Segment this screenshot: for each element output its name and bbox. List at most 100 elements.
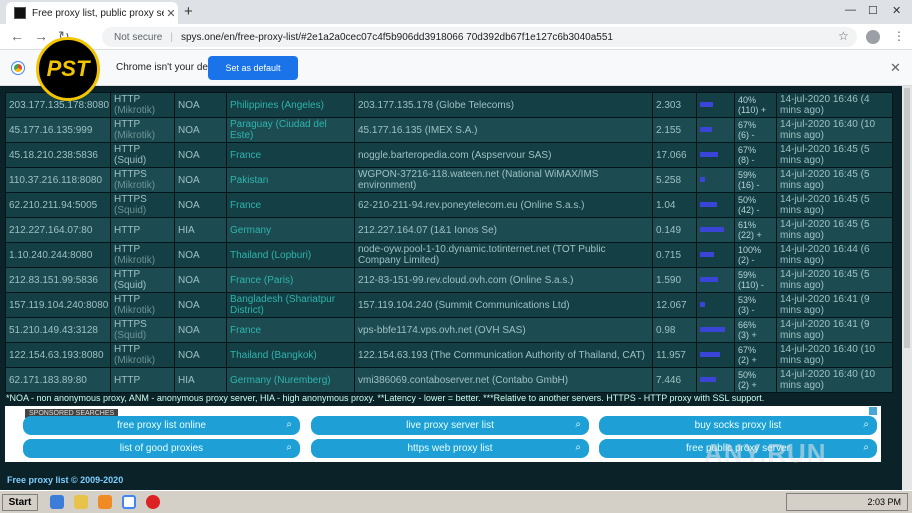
anonymity: NOA (174, 167, 227, 193)
hostname[interactable]: noggle.barteropedia.com (Aspservour SAS) (354, 142, 653, 168)
set-default-button[interactable]: Set as default (208, 56, 298, 80)
close-window-icon[interactable]: ✕ (892, 4, 901, 17)
proxy-type: HTTP (Mikrotik) (110, 117, 175, 143)
hostname[interactable]: 212.227.164.07 (1&1 Ionos Se) (354, 217, 653, 243)
site-favicon-icon (14, 7, 26, 19)
country[interactable]: Thailand (Bangkok) (226, 342, 355, 368)
new-tab-icon[interactable]: + (184, 3, 193, 20)
hostname[interactable]: vps-bbfe1174.vps.ovh.net (OVH SAS) (354, 317, 653, 343)
country[interactable]: Germany (226, 217, 355, 243)
check-date: 14-jul-2020 16:45 (5 mins ago) (776, 267, 893, 293)
url-text: spys.one/en/free-proxy-list/#2e1a2a0cec0… (180, 31, 613, 43)
hostname[interactable]: node-oyw.pool-1-10.dynamic.totinternet.n… (354, 242, 653, 268)
account-avatar-icon[interactable] (866, 30, 880, 44)
footer-copyright[interactable]: Free proxy list © 2009-2020 (7, 475, 123, 485)
check-date: 14-jul-2020 16:41 (9 mins ago) (776, 317, 893, 343)
sponsored-link[interactable]: free proxy list online ⌕ (23, 416, 300, 435)
clock: 2:03 PM (867, 497, 901, 507)
speed-bar (696, 142, 735, 168)
hostname[interactable]: 122.154.63.193 (The Communication Author… (354, 342, 653, 368)
close-tab-icon[interactable]: ✕ (164, 7, 178, 20)
ie-icon[interactable] (50, 495, 64, 509)
proxy-type: HTTP (110, 367, 175, 393)
sponsored-link[interactable]: https web proxy list ⌕ (311, 439, 589, 458)
back-icon[interactable]: ← (10, 28, 24, 44)
country[interactable]: France (226, 192, 355, 218)
speed-bar-fill (700, 227, 724, 233)
country[interactable]: Thailand (Lopburi) (226, 242, 355, 268)
start-button[interactable]: Start (2, 494, 38, 511)
country[interactable]: France (Paris) (226, 267, 355, 293)
hostname[interactable]: 212-83-151-99.rev.cloud.ovh.com (Online … (354, 267, 653, 293)
speed-bar (696, 217, 735, 243)
search-icon: ⌕ (286, 442, 292, 453)
forward-icon[interactable]: → (34, 28, 48, 44)
infobar-close-icon[interactable]: ✕ (890, 60, 901, 76)
proxy-address: 110.37.216.118:8080 (5, 167, 111, 193)
latency: 12.067 (652, 292, 697, 318)
proxy-type: HTTP (Mikrotik) (110, 342, 175, 368)
proxy-type: HTTPS (Mikrotik) (110, 167, 175, 193)
country[interactable]: Paraguay (Ciudad del Este) (226, 117, 355, 143)
proxy-address: 62.171.183.89:80 (5, 367, 111, 393)
country[interactable]: Bangladesh (Shariatpur District) (226, 292, 355, 318)
latency: 0.149 (652, 217, 697, 243)
hostname[interactable]: 203.177.135.178 (Globe Telecoms) (354, 92, 653, 118)
maximize-icon[interactable]: ☐ (868, 4, 878, 17)
minimize-icon[interactable]: — (845, 4, 856, 16)
proxy-address: 212.83.151.99:5836 (5, 267, 111, 293)
hostname[interactable]: 45.177.16.135 (IMEX S.A.) (354, 117, 653, 143)
page-content: 203.177.135.178:8080 HTTP (Mikrotik) NOA Phi… (0, 86, 912, 490)
check-date: 14-jul-2020 16:45 (5 mins ago) (776, 192, 893, 218)
uptime: 50% (42) - (734, 192, 777, 218)
country[interactable]: Philippines (Angeles) (226, 92, 355, 118)
speed-bar-fill (700, 152, 718, 158)
sponsored-link[interactable]: buy socks proxy list ⌕ (599, 416, 877, 435)
folder-icon[interactable] (74, 495, 88, 509)
not-secure-label[interactable]: Not secure (114, 32, 162, 43)
hostname[interactable]: WGPON-37216-118.wateen.net (National WiM… (354, 167, 653, 193)
latency: 1.04 (652, 192, 697, 218)
anonymity: NOA (174, 242, 227, 268)
browser-tab[interactable]: Free proxy list, public proxy servers ✕ (6, 2, 178, 24)
search-icon: ⌕ (863, 419, 869, 430)
proxy-type: HTTP (Mikrotik) (110, 92, 175, 118)
uptime: 53% (3) - (734, 292, 777, 318)
adchoices-icon[interactable] (869, 407, 877, 415)
proxy-type: HTTP (Mikrotik) (110, 292, 175, 318)
anonymity: HIA (174, 367, 227, 393)
uptime: 40% (110) + (734, 92, 777, 118)
media-icon[interactable] (98, 495, 112, 509)
speed-bar (696, 167, 735, 193)
country[interactable]: France (226, 142, 355, 168)
page-scrollbar[interactable] (902, 86, 912, 490)
hostname[interactable]: vmi386069.contaboserver.net (Contabo Gmb… (354, 367, 653, 393)
anonymity: NOA (174, 117, 227, 143)
country[interactable]: France (226, 317, 355, 343)
anonymity: NOA (174, 317, 227, 343)
sponsored-link[interactable]: list of good proxies ⌕ (23, 439, 300, 458)
speed-bar (696, 117, 735, 143)
pst-logo: PST (36, 37, 100, 101)
country[interactable]: Pakistan (226, 167, 355, 193)
bookmark-star-icon[interactable]: ☆ (838, 29, 849, 43)
shield-icon[interactable] (146, 495, 160, 509)
hostname[interactable]: 157.119.104.240 (Summit Communications L… (354, 292, 653, 318)
country[interactable]: Germany (Nuremberg) (226, 367, 355, 393)
proxy-address: 62.210.211.94:5005 (5, 192, 111, 218)
search-icon: ⌕ (286, 419, 292, 430)
scrollbar-thumb[interactable] (904, 88, 910, 348)
sponsored-link[interactable]: live proxy server list ⌕ (311, 416, 589, 435)
speed-bar (696, 92, 735, 118)
latency: 1.590 (652, 267, 697, 293)
chrome-taskbar-icon[interactable] (122, 495, 136, 509)
address-bar: ← → ↻ Not secure | spys.one/en/free-prox… (0, 24, 912, 50)
table-row: 51.210.149.43:3128 HTTPS (Squid) NOA France v… (5, 317, 893, 343)
table-row: 110.37.216.118:8080 HTTPS (Mikrotik) NOA Pak… (5, 167, 893, 193)
check-date: 14-jul-2020 16:45 (5 mins ago) (776, 142, 893, 168)
menu-kebab-icon[interactable]: ⋮ (893, 29, 905, 43)
hostname[interactable]: 62-210-211-94.rev.poneytelecom.eu (Onlin… (354, 192, 653, 218)
url-field[interactable]: Not secure | spys.one/en/free-proxy-list… (102, 27, 857, 47)
speed-bar-fill (700, 177, 705, 183)
speed-bar-fill (700, 102, 713, 108)
